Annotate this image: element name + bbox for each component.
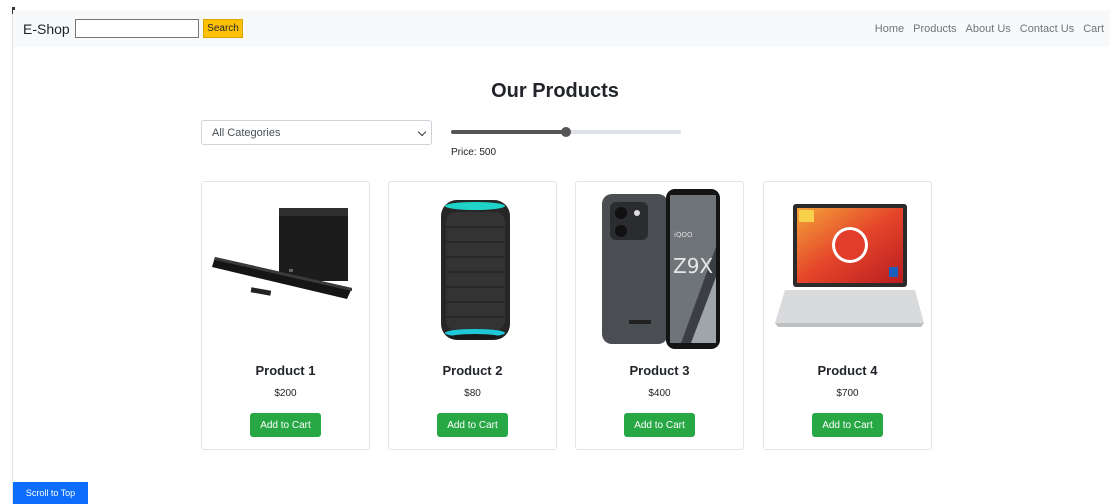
product-price: $200 (274, 388, 297, 399)
product-name: Product 2 (442, 363, 503, 378)
chevron-down-icon (417, 127, 427, 137)
product-name: Product 3 (629, 363, 690, 378)
price-slider[interactable] (451, 126, 681, 138)
product-card: Product 2 $80 Add to Cart (388, 181, 557, 450)
price-slider-thumb[interactable] (561, 127, 571, 137)
navbar: E-Shop Search Home Products About Us Con… (13, 10, 1110, 47)
product-name: Product 4 (817, 363, 878, 378)
product-price: $400 (648, 388, 671, 399)
search-button[interactable]: Search (203, 19, 243, 38)
brand-logo[interactable]: E-Shop (23, 21, 75, 37)
nav-link-home[interactable]: Home (875, 23, 904, 35)
svg-text:iQOO: iQOO (674, 231, 693, 239)
nav-link-products[interactable]: Products (913, 23, 956, 35)
add-to-cart-button[interactable]: Add to Cart (624, 413, 695, 437)
soundbar-image (212, 208, 352, 299)
nav-links: Home Products About Us Contact Us Cart (875, 10, 1104, 47)
category-select-value: All Categories (212, 126, 281, 139)
speaker-image (441, 200, 510, 340)
add-to-cart-button[interactable]: Add to Cart (812, 413, 883, 437)
product-name: Product 1 (255, 363, 316, 378)
search-input[interactable] (75, 19, 199, 38)
product-card: Product 4 $700 Add to Cart (763, 181, 932, 450)
page-title: Our Products (491, 80, 619, 102)
add-to-cart-button[interactable]: Add to Cart (437, 413, 508, 437)
nav-link-cart[interactable]: Cart (1083, 23, 1104, 35)
product-card: Product 1 $200 Add to Cart (201, 181, 370, 450)
svg-text:Z9X: Z9X (673, 254, 713, 278)
nav-link-contact-us[interactable]: Contact Us (1020, 23, 1074, 35)
category-select[interactable]: All Categories (201, 120, 432, 145)
price-label: Price: 500 (451, 147, 497, 158)
nav-link-about-us[interactable]: About Us (966, 23, 1011, 35)
product-price: $80 (464, 388, 481, 399)
product-card: iQOO Z9X Product 3 $400 Add to Cart (575, 181, 744, 450)
product-price: $700 (836, 388, 859, 399)
price-slider-fill (451, 130, 566, 134)
laptop-image (775, 204, 924, 327)
add-to-cart-button[interactable]: Add to Cart (250, 413, 321, 437)
scroll-to-top-button[interactable]: Scroll to Top (13, 482, 88, 504)
smartphone-image: iQOO Z9X (602, 189, 720, 349)
